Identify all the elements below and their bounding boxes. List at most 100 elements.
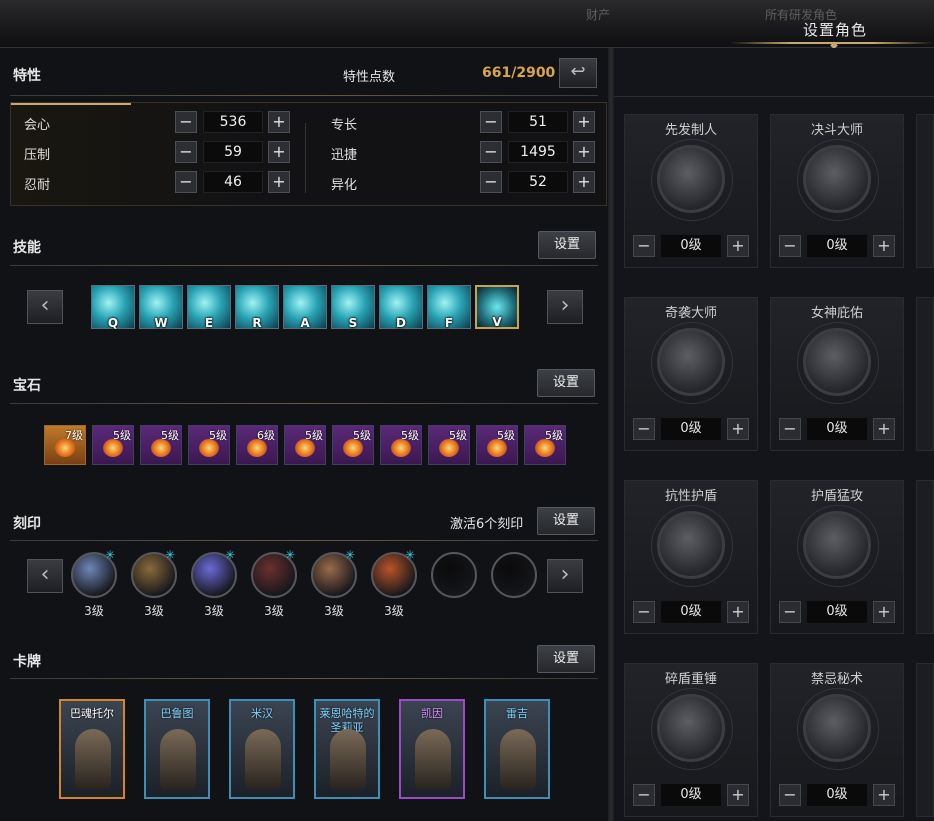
skill-slot[interactable]: D: [379, 285, 423, 330]
node-decrease-button[interactable]: −: [633, 784, 655, 806]
card-slot[interactable]: 巴魂托尔: [59, 699, 125, 799]
node-increase-button[interactable]: +: [873, 601, 895, 623]
gem-slot[interactable]: 5级: [140, 425, 182, 465]
trait-decrease-button[interactable]: −: [175, 111, 197, 133]
skills-next-button[interactable]: ›: [547, 290, 583, 324]
trait-increase-button[interactable]: +: [573, 171, 595, 193]
node-decrease-button[interactable]: −: [633, 235, 655, 257]
gem-icon: [439, 439, 459, 457]
gem-slot[interactable]: 6级: [236, 425, 278, 465]
skills-title: 技能: [13, 240, 41, 256]
gem-slot[interactable]: 5级: [332, 425, 374, 465]
gem-slot[interactable]: 5级: [428, 425, 470, 465]
node-decrease-button[interactable]: −: [633, 418, 655, 440]
node-increase-button[interactable]: +: [873, 235, 895, 257]
engraving-slot[interactable]: [431, 552, 477, 598]
ark-node-partial[interactable]: [916, 114, 934, 268]
trait-decrease-button[interactable]: −: [480, 171, 502, 193]
node-decrease-button[interactable]: −: [633, 601, 655, 623]
ark-node[interactable]: 碎盾重锤 −0级 +: [624, 663, 758, 817]
trait-decrease-button[interactable]: −: [175, 141, 197, 163]
ark-node[interactable]: 抗性护盾 −0级 +: [624, 480, 758, 634]
skill-slot[interactable]: E: [187, 285, 231, 330]
gem-slot[interactable]: 5级: [188, 425, 230, 465]
ark-node-partial[interactable]: [916, 480, 934, 634]
trait-increase-button[interactable]: +: [268, 141, 290, 163]
node-decrease-button[interactable]: −: [779, 418, 801, 440]
node-increase-button[interactable]: +: [873, 418, 895, 440]
trait-value[interactable]: 1495: [508, 141, 568, 163]
skills-divider: [10, 265, 598, 266]
reset-button[interactable]: ↩: [559, 58, 597, 88]
node-decrease-button[interactable]: −: [779, 601, 801, 623]
ark-node[interactable]: 护盾猛攻 −0级 +: [770, 480, 904, 634]
trait-value[interactable]: 536: [203, 111, 263, 133]
trait-points-label: 特性点数: [343, 70, 396, 85]
gem-slot[interactable]: 5级: [284, 425, 326, 465]
engravings-set-button[interactable]: 设置: [537, 507, 595, 535]
node-increase-button[interactable]: +: [727, 601, 749, 623]
trait-increase-button[interactable]: +: [268, 171, 290, 193]
trait-value[interactable]: 52: [508, 171, 568, 193]
trait-value[interactable]: 46: [203, 171, 263, 193]
gem-slot[interactable]: 5级: [524, 425, 566, 465]
tab-ghost-left[interactable]: 财产: [586, 6, 610, 23]
node-increase-button[interactable]: +: [873, 784, 895, 806]
skill-slot[interactable]: W: [139, 285, 183, 330]
ark-node[interactable]: 禁忌秘术 −0级 +: [770, 663, 904, 817]
skill-slot[interactable]: S: [331, 285, 375, 330]
ark-node[interactable]: 奇袭大师 −0级 +: [624, 297, 758, 451]
ark-node[interactable]: 先发制人 −0级 +: [624, 114, 758, 268]
skill-slot[interactable]: F: [427, 285, 471, 330]
trait-value[interactable]: 51: [508, 111, 568, 133]
skill-slot[interactable]: A: [283, 285, 327, 330]
skills-prev-button[interactable]: ‹: [27, 290, 63, 324]
engravings-next-button[interactable]: ›: [547, 559, 583, 593]
trait-decrease-button[interactable]: −: [175, 171, 197, 193]
trait-row: 异化 −52 +: [331, 170, 601, 194]
trait-label: 忍耐: [24, 178, 51, 193]
trait-increase-button[interactable]: +: [573, 111, 595, 133]
engravings-divider: [10, 540, 598, 541]
card-slot[interactable]: 雷吉: [484, 699, 550, 799]
skill-key-label: Q: [107, 316, 119, 330]
trait-value[interactable]: 59: [203, 141, 263, 163]
engraving-slot[interactable]: [491, 552, 537, 598]
skill-slot[interactable]: V: [475, 285, 519, 329]
gem-slot[interactable]: 5级: [476, 425, 518, 465]
gem-icon: [55, 439, 75, 457]
node-increase-button[interactable]: +: [727, 784, 749, 806]
trait-increase-button[interactable]: +: [573, 141, 595, 163]
ark-node[interactable]: 女神庇佑 −0级 +: [770, 297, 904, 451]
node-increase-button[interactable]: +: [727, 418, 749, 440]
card-slot[interactable]: 米汉: [229, 699, 295, 799]
gem-icon: [343, 439, 363, 457]
gem-icon: [151, 439, 171, 457]
gem-slot[interactable]: 5级: [380, 425, 422, 465]
node-decrease-button[interactable]: −: [779, 784, 801, 806]
trait-label: 迅捷: [331, 148, 358, 163]
skill-slot[interactable]: Q: [91, 285, 135, 330]
card-slot[interactable]: 莱恩哈特的 圣莉亚: [314, 699, 380, 799]
engravings-prev-button[interactable]: ‹: [27, 559, 63, 593]
node-decrease-button[interactable]: −: [779, 235, 801, 257]
cards-set-button[interactable]: 设置: [537, 645, 595, 673]
ark-node-partial[interactable]: [916, 663, 934, 817]
skill-slot[interactable]: R: [235, 285, 279, 330]
card-slot[interactable]: 凯因: [399, 699, 465, 799]
gem-slot[interactable]: 7级: [44, 425, 86, 465]
engraving-level: 3级: [264, 604, 284, 618]
skills-set-button[interactable]: 设置: [538, 231, 596, 259]
skill-key-label: F: [444, 316, 454, 330]
reset-icon: ↩: [570, 61, 586, 82]
node-increase-button[interactable]: +: [727, 235, 749, 257]
gems-set-button[interactable]: 设置: [537, 369, 595, 397]
card-portrait: [75, 729, 111, 789]
card-slot[interactable]: 巴鲁图: [144, 699, 210, 799]
trait-increase-button[interactable]: +: [268, 111, 290, 133]
ark-node-partial[interactable]: [916, 297, 934, 451]
ark-node[interactable]: 决斗大师 −0级 +: [770, 114, 904, 268]
trait-decrease-button[interactable]: −: [480, 141, 502, 163]
gem-slot[interactable]: 5级: [92, 425, 134, 465]
trait-decrease-button[interactable]: −: [480, 111, 502, 133]
